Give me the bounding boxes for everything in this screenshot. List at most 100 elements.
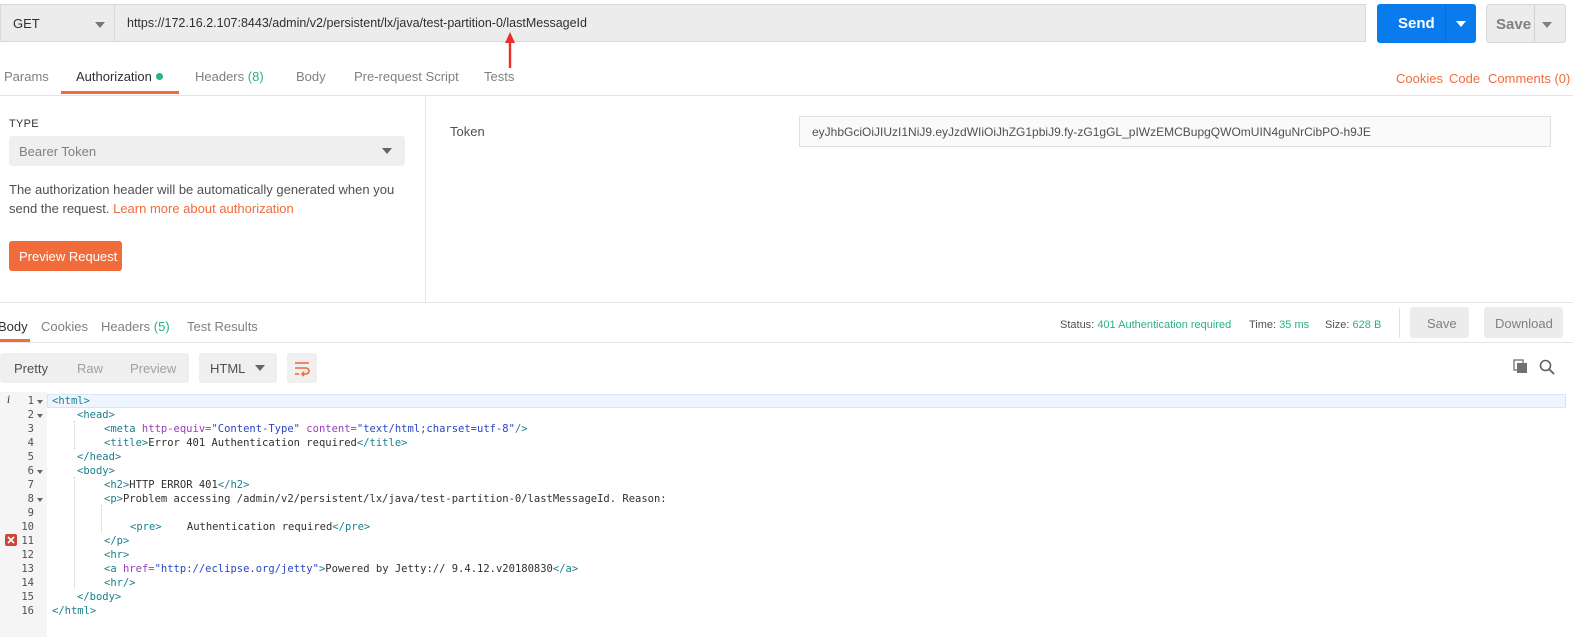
code-token: http-equiv= [135,423,212,435]
tab-params[interactable]: Params [4,69,49,84]
code-token: href= [116,563,155,575]
send-button[interactable]: Send [1377,4,1476,43]
copy-icon[interactable] [1513,359,1529,375]
line-number: 7 [27,479,34,491]
save-response-button[interactable]: Save [1410,307,1469,338]
url-input[interactable]: https://172.16.2.107:8443/admin/v2/persi… [114,4,1366,42]
tab-headers[interactable]: Headers (8) [195,69,264,84]
learn-more-link[interactable]: Learn more about authorization [113,201,294,216]
code-token: /> [514,423,528,435]
request-tabs: Params Authorization Headers (8) Body Pr… [0,56,1573,96]
fold-toggle-icon[interactable] [37,498,43,502]
size-value: 628 B [1352,319,1382,331]
response-active-tab-indicator [0,339,30,342]
cookies-link[interactable]: Cookies [1396,71,1443,86]
divider [1399,308,1400,338]
format-pretty[interactable]: Pretty [14,361,48,376]
format-toggle-group: Pretty Raw Preview [0,353,189,383]
code-line: <p>Problem accessing /admin/v2/persisten… [104,493,667,505]
auth-description: The authorization header will be automat… [9,180,409,218]
wrap-lines-icon [295,362,310,377]
tab-headers-label: Headers [195,69,245,84]
save-dropdown-chevron-icon[interactable] [1542,22,1552,28]
code-line: <a href="http://eclipse.org/jetty">Power… [104,563,578,575]
code-line: <h2>HTTP ERROR 401</h2> [104,479,249,491]
code-line: <meta http-equiv="Content-Type" content=… [104,423,528,435]
token-value: eyJhbGciOiJIUzI1NiJ9.eyJzdWIiOiJhZG1pbiJ… [812,125,1371,139]
code-token: <p> [104,493,123,505]
status-label: Status: [1060,319,1095,331]
response-tab-cookies[interactable]: Cookies [41,319,88,334]
download-button[interactable]: Download [1484,307,1563,338]
wrap-lines-button[interactable] [287,353,317,383]
comments-link[interactable]: Comments (0) [1488,71,1570,86]
line-number: 11 [21,535,34,547]
save-response-label: Save [1427,316,1457,331]
size-readout: Size: 628 B [1325,319,1381,331]
line-number: 8 [27,493,34,505]
code-line: <hr/> [104,577,136,589]
code-token: Error 401 Authentication required [148,437,357,449]
fold-toggle-icon[interactable] [37,470,43,474]
search-icon[interactable] [1539,359,1555,375]
line-number: 15 [21,591,34,603]
url-value: https://172.16.2.107:8443/admin/v2/persi… [127,16,587,30]
code-line: <body> [77,465,115,477]
method-value: GET [13,16,40,31]
line-number: 13 [21,563,34,575]
code-token: </title> [356,437,408,449]
line-number: 6 [27,465,34,477]
tab-authorization-label: Authorization [76,69,152,84]
code-token: HTTP ERROR 401 [129,479,218,491]
time-readout: Time: 35 ms [1249,319,1309,331]
status-readout: Status: 401 Authentication required [1060,319,1231,331]
response-tab-test-results[interactable]: Test Results [187,319,258,334]
code-token: </h2> [217,479,250,491]
preview-request-button[interactable]: Preview Request [9,241,122,271]
indent-guide [74,477,76,589]
tab-authorization[interactable]: Authorization [76,69,163,84]
save-button[interactable]: Save [1486,4,1566,43]
code-token: Problem accessing /admin/v2/persistent/l… [122,493,667,505]
status-value: 401 Authentication required [1097,319,1232,331]
auth-type-value: Bearer Token [19,144,97,159]
send-divider [1445,4,1446,43]
active-line-highlight [47,394,1566,408]
token-input[interactable]: eyJhbGciOiJIUzI1NiJ9.eyJzdWIiOiJhZG1pbiJ… [799,116,1551,147]
format-raw[interactable]: Raw [77,361,103,376]
size-label: Size: [1325,319,1350,331]
code-line: <pre> Authentication required</pre> [130,521,370,533]
language-value: HTML [210,361,246,376]
save-divider [1534,5,1535,42]
method-select[interactable]: GET [0,4,114,42]
code-line: <head> [77,409,115,421]
auth-type-select[interactable]: Bearer Token [9,136,405,166]
code-line: <title>Error 401 Authentication required… [104,437,407,449]
time-value: 35 ms [1279,319,1310,331]
indent-guide [74,421,76,449]
code-token: "http://eclipse.org/jetty" [154,563,319,575]
chevron-down-icon [382,148,392,154]
format-preview[interactable]: Preview [130,361,176,376]
code-token: <title> [104,437,149,449]
code-token: </pre> [332,521,371,533]
line-number: 4 [27,437,34,449]
fold-toggle-icon[interactable] [37,414,43,418]
language-select[interactable]: HTML [199,353,277,383]
token-label: Token [450,124,485,139]
code-link[interactable]: Code [1449,71,1480,86]
code-token: </a> [552,563,579,575]
send-dropdown-chevron-icon[interactable] [1456,21,1466,27]
line-number: 14 [21,577,34,589]
code-token: content= [299,423,357,435]
tab-prerequest-script[interactable]: Pre-request Script [354,69,459,84]
status-dot-icon [155,73,163,80]
response-tab-headers[interactable]: Headers (5) [101,319,170,334]
response-headers-count: (5) [153,319,170,334]
fold-toggle-icon[interactable] [37,400,43,404]
code-line: <html> [52,395,90,407]
tab-body[interactable]: Body [296,69,326,84]
response-tab-body[interactable]: Body [0,319,28,334]
code-line: </head> [77,451,122,463]
tab-tests[interactable]: Tests [484,69,514,84]
